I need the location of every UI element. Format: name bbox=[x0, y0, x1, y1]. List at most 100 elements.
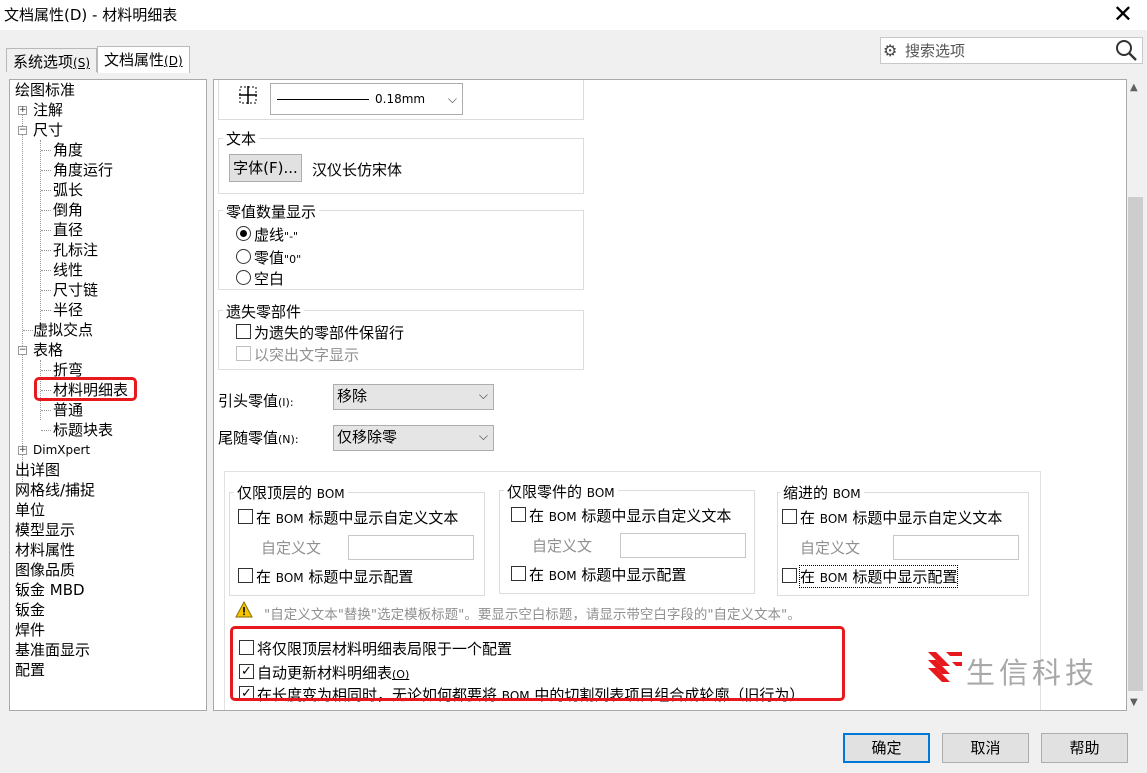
tree-guide bbox=[41, 210, 51, 211]
ok-button[interactable]: 确定 bbox=[843, 733, 930, 763]
font-button[interactable]: 字体(F)... bbox=[229, 154, 302, 182]
tree-item-configurations[interactable]: 配置 bbox=[15, 660, 45, 680]
tree-item-general[interactable]: 普通 bbox=[53, 400, 83, 420]
radio-dash[interactable] bbox=[236, 226, 251, 241]
help-button[interactable]: 帮助 bbox=[1041, 733, 1128, 763]
tab-accel: (D) bbox=[164, 54, 183, 68]
label-bom: BOM bbox=[275, 512, 304, 526]
tree-item-plane-display[interactable]: 基准面显示 bbox=[15, 640, 90, 660]
tree-item-linear[interactable]: 线性 bbox=[53, 260, 83, 280]
label-rest: 标题中显示自定义文本 bbox=[308, 509, 459, 527]
tree-guide bbox=[41, 310, 51, 311]
group-title-suffix: BOM bbox=[316, 487, 345, 501]
tree-item-dimensions[interactable]: 尺寸 bbox=[33, 120, 63, 140]
expand-icon[interactable]: + bbox=[18, 106, 27, 115]
search-icon[interactable] bbox=[1114, 38, 1138, 66]
tree-item-detailing[interactable]: 出详图 bbox=[15, 460, 60, 480]
tree-item-annotations[interactable]: 注解 bbox=[33, 100, 63, 120]
indented-config-checkbox[interactable] bbox=[782, 568, 797, 583]
tree-item-drafting-standard[interactable]: 绘图标准 bbox=[15, 80, 75, 100]
top-level-custom-text-checkbox[interactable] bbox=[238, 509, 253, 524]
scroll-down-icon[interactable]: ▼ bbox=[1130, 697, 1138, 708]
radio-label-suffix: "-" bbox=[284, 230, 299, 243]
group-title-text: 缩进的 bbox=[783, 484, 829, 502]
top-level-config-checkbox[interactable] bbox=[238, 568, 253, 583]
tab-system-options[interactable]: 系统选项(S) bbox=[6, 48, 97, 72]
leading-zeros-select[interactable]: 移除 ⌵ bbox=[333, 384, 494, 410]
radio-zero[interactable] bbox=[236, 249, 251, 264]
tab-document-properties[interactable]: 文档属性(D) bbox=[97, 46, 190, 73]
group-title-text: 仅限零件的 bbox=[507, 483, 583, 501]
tree-item-chain[interactable]: 尺寸链 bbox=[53, 280, 98, 300]
tree-item-chamfer[interactable]: 倒角 bbox=[53, 200, 83, 220]
gear-icon[interactable]: ⚙ bbox=[883, 41, 897, 60]
label-rest: 标题中显示自定义文本 bbox=[852, 509, 1003, 527]
tree-item-angle[interactable]: 角度 bbox=[53, 140, 83, 160]
trailing-zeros-select[interactable]: 仅移除零 ⌵ bbox=[333, 425, 494, 451]
radio-blank-label: 空白 bbox=[254, 270, 285, 288]
tree-guide bbox=[41, 190, 51, 191]
leading-zeros-label: 引头零值(I): bbox=[218, 390, 294, 411]
bom-group-indented-title: 缩进的 BOM bbox=[780, 482, 864, 503]
zero-display-title: 零值数量显示 bbox=[223, 201, 320, 222]
tree-guide bbox=[41, 170, 51, 171]
label-prefix: 在 bbox=[256, 568, 272, 586]
top-level-custom-text-input[interactable] bbox=[348, 535, 474, 560]
collapse-icon[interactable]: − bbox=[18, 346, 27, 355]
scroll-up-icon[interactable]: ▲ bbox=[1130, 82, 1138, 93]
tree-item-units[interactable]: 单位 bbox=[15, 500, 45, 520]
tree-item-dimxpert[interactable]: DimXpert bbox=[33, 440, 90, 460]
collapse-icon[interactable]: − bbox=[18, 126, 27, 135]
tree-item-hole-callout[interactable]: 孔标注 bbox=[53, 240, 98, 260]
text-group-title: 文本 bbox=[223, 128, 260, 149]
tree-item-tables[interactable]: 表格 bbox=[33, 340, 63, 360]
keep-row-checkbox[interactable] bbox=[236, 324, 251, 339]
parts-only-custom-text-input[interactable] bbox=[620, 533, 746, 558]
leading-zeros-text: 引头零值 bbox=[218, 392, 279, 410]
tree-item-arc-length[interactable]: 弧长 bbox=[53, 180, 83, 200]
chevron-down-icon: ⌵ bbox=[447, 92, 457, 106]
indented-custom-text-field-label: 自定义文 bbox=[800, 539, 861, 557]
missing-components-title: 遗失零部件 bbox=[223, 301, 305, 322]
search-input[interactable] bbox=[903, 39, 1113, 62]
scroll-thumb[interactable] bbox=[1128, 197, 1143, 691]
tree-item-radius[interactable]: 半径 bbox=[53, 300, 83, 320]
label-rest: 标题中显示配置 bbox=[852, 568, 958, 586]
trailing-zeros-text: 尾随零值 bbox=[218, 429, 279, 447]
vertical-scrollbar[interactable]: ▲ ▼ bbox=[1127, 79, 1144, 711]
top-level-config-label: 在 BOM 标题中显示配置 bbox=[256, 566, 413, 587]
tree-item-grid-snap[interactable]: 网格线/捕捉 bbox=[15, 480, 95, 500]
tree-item-material-properties[interactable]: 材料属性 bbox=[15, 540, 75, 560]
title-bar: 文档属性(D) - 材料明细表 ✕ bbox=[0, 0, 1147, 30]
radio-blank[interactable] bbox=[236, 270, 251, 285]
radio-label-text: 零值 bbox=[254, 249, 285, 267]
parts-only-custom-text-checkbox[interactable] bbox=[511, 507, 526, 522]
tree-item-model-display[interactable]: 模型显示 bbox=[15, 520, 75, 540]
strikeout-checkbox[interactable] bbox=[236, 346, 251, 361]
label-prefix: 在 bbox=[529, 566, 545, 584]
trailing-zeros-label: 尾随零值(N): bbox=[218, 427, 299, 448]
tree-guide bbox=[41, 410, 51, 411]
border-thickness-select[interactable]: 0.18mm ⌵ bbox=[270, 83, 463, 115]
close-icon[interactable]: ✕ bbox=[1113, 0, 1133, 28]
indented-custom-text-checkbox[interactable] bbox=[782, 509, 797, 524]
label-rest: 标题中显示配置 bbox=[308, 568, 414, 586]
tree-item-virtual-sharp[interactable]: 虚拟交点 bbox=[33, 320, 93, 340]
tab-label: 系统选项 bbox=[13, 53, 74, 71]
parts-only-config-checkbox[interactable] bbox=[511, 566, 526, 581]
radio-label-suffix: "0" bbox=[284, 253, 302, 266]
chevron-down-icon: ⌵ bbox=[478, 388, 488, 402]
tree-item-sheet-metal[interactable]: 钣金 bbox=[15, 600, 45, 620]
tree-item-sheet-metal-mbd[interactable]: 钣金 MBD bbox=[15, 580, 85, 600]
tree-item-diameter[interactable]: 直径 bbox=[53, 220, 83, 240]
tree-item-title-block-table[interactable]: 标题块表 bbox=[53, 420, 113, 440]
group-title-suffix: BOM bbox=[586, 486, 615, 500]
label-bom: BOM bbox=[819, 512, 848, 526]
expand-icon[interactable]: + bbox=[18, 446, 27, 455]
tree-item-weldments[interactable]: 焊件 bbox=[15, 620, 45, 640]
tree-item-image-quality[interactable]: 图像品质 bbox=[15, 560, 75, 580]
border-style-icon bbox=[238, 85, 258, 109]
cancel-button[interactable]: 取消 bbox=[942, 733, 1029, 763]
indented-custom-text-input[interactable] bbox=[893, 535, 1019, 560]
tree-item-angle-running[interactable]: 角度运行 bbox=[53, 160, 113, 180]
